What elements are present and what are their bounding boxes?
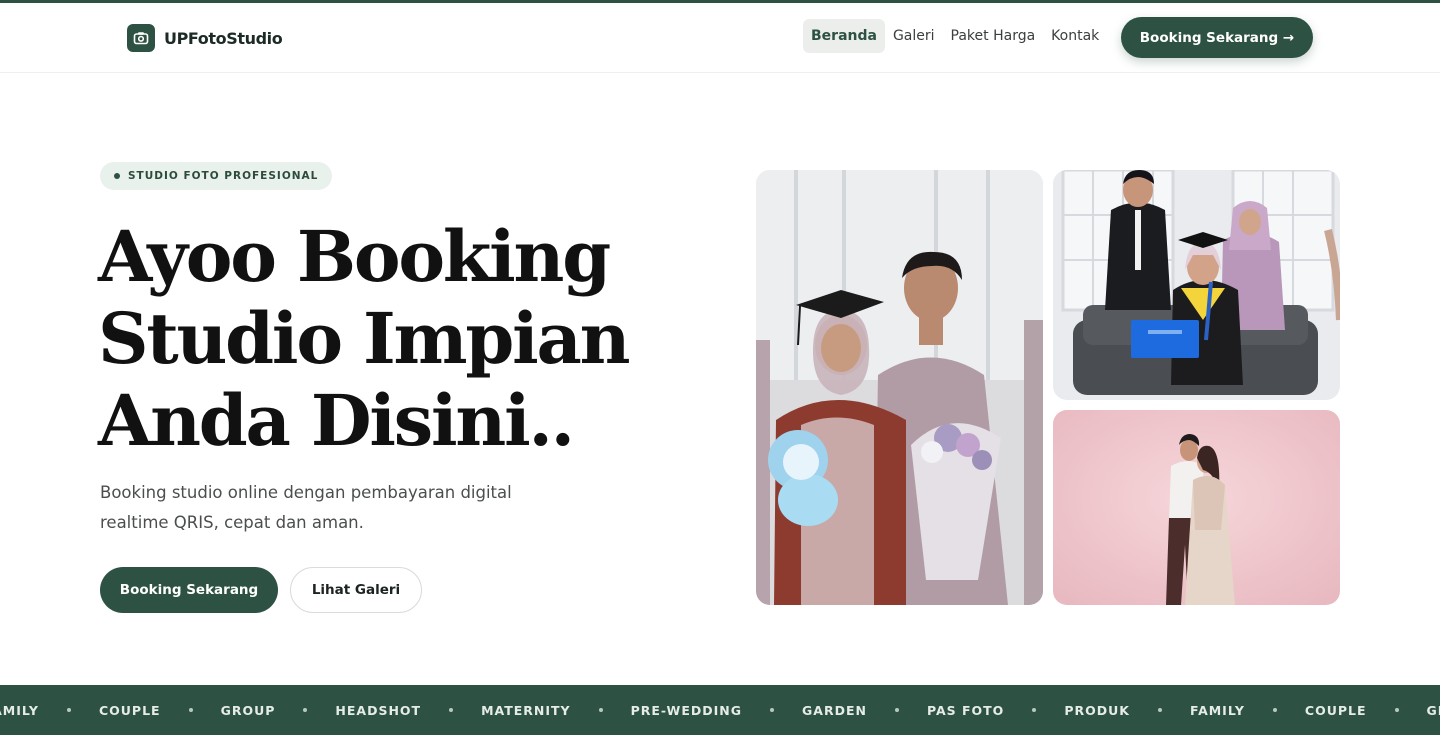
category-item: PRODUK xyxy=(1064,702,1130,718)
nav-item-beranda[interactable]: Beranda xyxy=(803,19,885,53)
category-item: COUPLE xyxy=(1304,702,1367,718)
category-item: PAS FOTO xyxy=(926,702,1005,718)
hero-booking-button[interactable]: Booking Sekarang xyxy=(100,567,278,613)
brand-name: UPFotoStudio xyxy=(164,28,283,48)
separator-dot-icon xyxy=(303,708,308,712)
graduation-family-photo xyxy=(1053,170,1340,400)
category-item: HEADSHOT xyxy=(335,702,422,718)
separator-dot-icon xyxy=(598,708,603,712)
site-header: UPFotoStudio Beranda Galeri Paket Harga … xyxy=(0,3,1440,73)
category-item: GARDEN xyxy=(802,702,867,718)
separator-dot-icon xyxy=(1272,708,1277,712)
hero-gallery-button[interactable]: Lihat Galeri xyxy=(290,567,422,613)
nav-item-galeri[interactable]: Galeri xyxy=(885,19,943,53)
hero-title-line: Anda Disini.. xyxy=(98,379,575,462)
category-item: PRE-WEDDING xyxy=(630,702,743,718)
hero-title-line: Studio Impian xyxy=(98,297,631,380)
badge-dot-icon xyxy=(114,173,120,179)
prewedding-couple-photo xyxy=(1053,410,1340,605)
category-item: FAMILY xyxy=(0,702,39,718)
graduation-couple-photo xyxy=(756,170,1043,605)
hero-subtitle: Booking studio online dengan pembayaran … xyxy=(100,483,512,532)
separator-dot-icon xyxy=(770,708,775,712)
nav-item-kontak[interactable]: Kontak xyxy=(1043,19,1107,53)
separator-dot-icon xyxy=(1032,708,1037,712)
category-marquee: FAMILY COUPLE GROUP HEADSHOT MATERNITY P… xyxy=(0,685,1440,735)
brand-logo[interactable]: UPFotoStudio xyxy=(127,24,283,52)
header-booking-button[interactable]: Booking Sekarang → xyxy=(1121,17,1313,58)
nav-item-paket-harga[interactable]: Paket Harga xyxy=(943,19,1044,53)
separator-dot-icon xyxy=(188,708,193,712)
hero-title-line: Ayoo Booking xyxy=(98,215,611,298)
main-nav: Beranda Galeri Paket Harga Kontak xyxy=(803,19,1107,53)
camera-icon xyxy=(127,24,155,52)
hero-badge-text: STUDIO FOTO PROFESIONAL xyxy=(128,170,319,182)
hero-badge: STUDIO FOTO PROFESIONAL xyxy=(100,162,333,190)
separator-dot-icon xyxy=(449,708,454,712)
separator-dot-icon xyxy=(1157,708,1162,712)
category-item: COUPLE xyxy=(98,702,161,718)
category-item: GROUP xyxy=(220,702,276,718)
category-item: FAMILY xyxy=(1189,702,1245,718)
category-item: MATERNITY xyxy=(481,702,571,718)
separator-dot-icon xyxy=(66,708,71,712)
separator-dot-icon xyxy=(1394,708,1399,712)
category-item: GROUP xyxy=(1426,702,1440,718)
category-track: FAMILY COUPLE GROUP HEADSHOT MATERNITY P… xyxy=(0,685,1440,735)
hero-title: Ayoo Booking Studio Impian Anda Disini.. xyxy=(98,216,658,462)
separator-dot-icon xyxy=(894,708,899,712)
